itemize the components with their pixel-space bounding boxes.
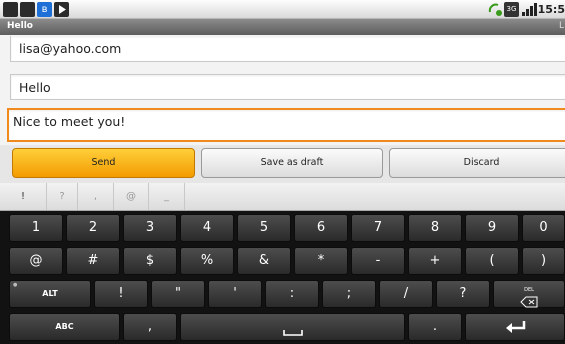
key-1[interactable]: 1 xyxy=(9,214,63,242)
key-minus[interactable]: - xyxy=(351,247,405,275)
suggestion-strip: ! ? , @ _ xyxy=(0,183,565,211)
body-field[interactable]: Nice to meet you! xyxy=(7,108,565,142)
action-bar: Send Save as draft Discard xyxy=(0,146,565,183)
abc-key[interactable]: ABC xyxy=(9,313,120,341)
suggestion-item[interactable]: @ xyxy=(114,183,149,210)
key-3[interactable]: 3 xyxy=(123,214,177,242)
alt-indicator-icon: ● xyxy=(13,282,18,288)
key-percent[interactable]: % xyxy=(180,247,234,275)
3g-icon: 3G xyxy=(504,2,519,17)
key-colon[interactable]: : xyxy=(265,280,319,308)
enter-key[interactable] xyxy=(465,313,565,341)
key-7[interactable]: 7 xyxy=(351,214,405,242)
key-open-paren[interactable]: ( xyxy=(465,247,519,275)
key-9[interactable]: 9 xyxy=(465,214,519,242)
key-hash[interactable]: # xyxy=(66,247,120,275)
key-plus[interactable]: + xyxy=(408,247,462,275)
key-8[interactable]: 8 xyxy=(408,214,462,242)
sd-card-icon xyxy=(20,2,35,17)
to-field[interactable]: lisa@yahoo.com xyxy=(10,36,565,62)
key-single-quote[interactable]: ' xyxy=(208,280,262,308)
key-semicolon[interactable]: ; xyxy=(322,280,376,308)
sync-icon xyxy=(488,2,503,17)
key-period[interactable]: . xyxy=(408,313,462,341)
key-close-paren[interactable]: ) xyxy=(522,247,565,275)
key-slash[interactable]: / xyxy=(379,280,433,308)
suggestion-item[interactable]: ! xyxy=(0,183,47,210)
key-comma[interactable]: , xyxy=(123,313,177,341)
subject-field[interactable]: Hello xyxy=(10,74,565,100)
enter-icon xyxy=(506,321,526,333)
backspace-icon xyxy=(520,296,538,308)
usb-debug-icon xyxy=(3,2,18,17)
key-dollar[interactable]: $ xyxy=(123,247,177,275)
title-bar: Hello L xyxy=(0,19,565,35)
clock: 15:5 xyxy=(537,3,565,16)
suggestion-item[interactable]: _ xyxy=(149,183,185,210)
body-value: Nice to meet you! xyxy=(13,114,126,129)
key-asterisk[interactable]: * xyxy=(294,247,348,275)
key-0[interactable]: 0 xyxy=(522,214,565,242)
to-value: lisa@yahoo.com xyxy=(19,41,122,56)
signal-icon xyxy=(521,2,538,17)
key-6[interactable]: 6 xyxy=(294,214,348,242)
key-5[interactable]: 5 xyxy=(237,214,291,242)
space-key[interactable] xyxy=(180,313,405,341)
alt-key-label: ALT xyxy=(42,289,58,298)
space-icon xyxy=(283,330,303,336)
play-icon xyxy=(54,2,69,17)
key-at[interactable]: @ xyxy=(9,247,63,275)
suggestion-item[interactable]: ? xyxy=(47,183,78,210)
status-bar: ʙ 3G 15:5 xyxy=(0,0,565,19)
bluetooth-icon: ʙ xyxy=(37,2,52,17)
compose-form: lisa@yahoo.com Hello Nice to meet you! xyxy=(0,35,565,145)
alt-key[interactable]: ● ALT xyxy=(9,280,91,308)
key-double-quote[interactable]: " xyxy=(151,280,205,308)
delete-key[interactable]: DEL xyxy=(493,280,565,308)
delete-key-label: DEL xyxy=(524,287,534,293)
key-4[interactable]: 4 xyxy=(180,214,234,242)
key-question[interactable]: ? xyxy=(436,280,490,308)
key-ampersand[interactable]: & xyxy=(237,247,291,275)
subject-value: Hello xyxy=(19,80,51,95)
send-button[interactable]: Send xyxy=(12,148,195,178)
soft-keyboard: 1 2 3 4 5 6 7 8 9 0 @ # $ % & * - + ( ) … xyxy=(0,211,565,344)
window-title: Hello xyxy=(7,21,33,31)
title-right-text: L xyxy=(558,21,564,31)
save-draft-button[interactable]: Save as draft xyxy=(201,148,383,178)
suggestion-item[interactable]: , xyxy=(78,183,114,210)
key-exclamation[interactable]: ! xyxy=(94,280,148,308)
key-2[interactable]: 2 xyxy=(66,214,120,242)
discard-button[interactable]: Discard xyxy=(389,148,565,178)
